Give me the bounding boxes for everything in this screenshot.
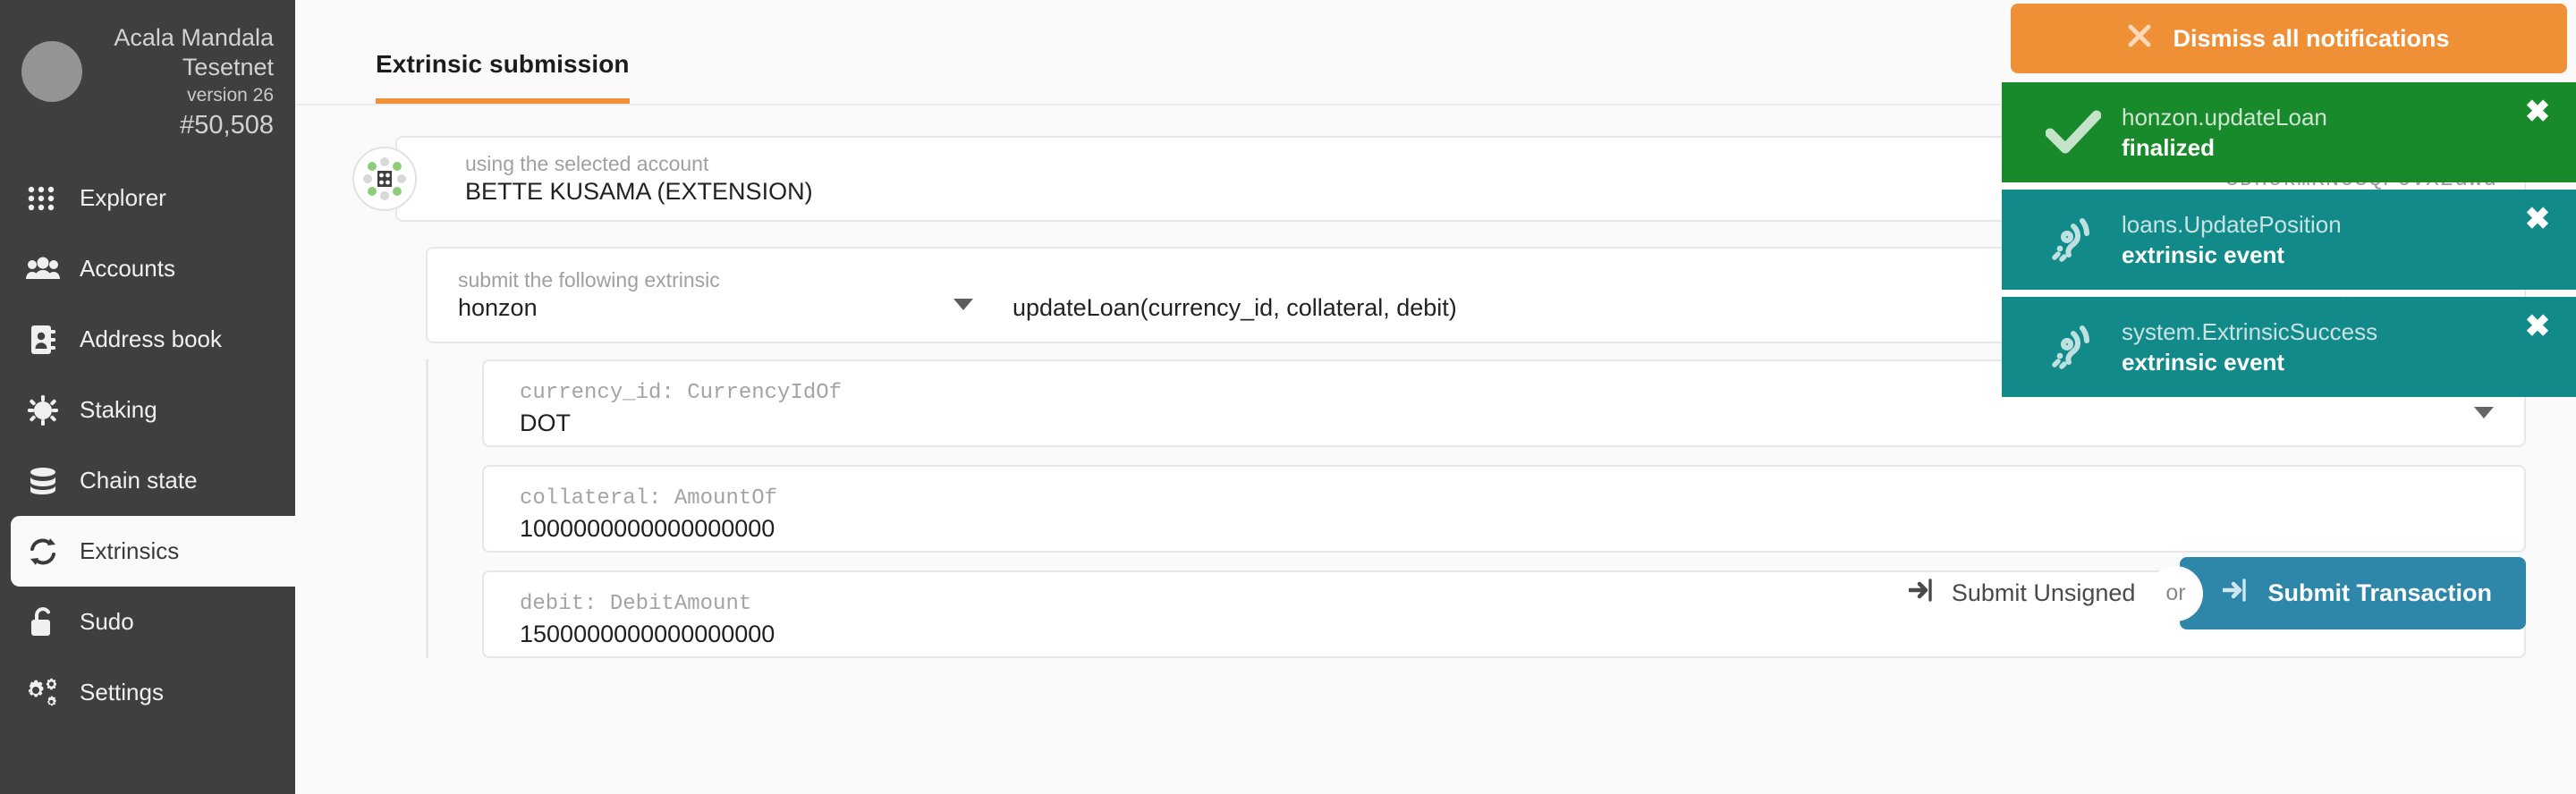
sidebar-item-explorer[interactable]: Explorer [0,163,295,233]
chevron-down-icon[interactable] [953,298,973,310]
chain-name: Acala Mandala Tesetnet [114,24,274,80]
sidebar-item-address-book[interactable]: Address book [0,304,295,375]
refresh-icon [23,536,63,567]
broadcast-icon [2032,215,2114,265]
polkadot-identicon [352,147,417,211]
param-value: DOT [520,410,571,436]
account-field-label: using the selected account [465,151,709,175]
app-root: Acala Mandala Tesetnet version 26 #50,50… [0,0,2576,794]
sidebar-item-label: Staking [80,396,157,423]
sidebar-item-extrinsics[interactable]: Extrinsics [11,516,295,587]
sidebar: Acala Mandala Tesetnet version 26 #50,50… [0,0,295,794]
close-icon [2128,24,2151,54]
close-icon[interactable]: ✖ [2508,204,2567,234]
notification-status: extrinsic event [2122,241,2285,268]
sidebar-item-label: Explorer [80,184,166,211]
submit-bar: Submit Unsigned or Submit Transaction [1889,557,2526,629]
avatar [21,41,82,102]
sidebar-item-settings[interactable]: Settings [0,657,295,728]
main-content: Extrinsic submission using the selected … [295,0,2576,794]
submit-unsigned-button[interactable]: Submit Unsigned [1889,564,2156,622]
section-value: honzon [458,293,538,321]
sun-burst-icon [23,394,63,426]
block-number: #50,508 [180,111,274,139]
submit-unsigned-label: Submit Unsigned [1951,579,2136,606]
database-icon [23,466,63,496]
sidebar-nav: Explorer Accounts Address book Staking C… [0,163,295,728]
tab-label: Extrinsic submission [376,50,630,78]
dismiss-all-notifications-button[interactable]: Dismiss all notifications [2011,4,2567,73]
broadcast-icon [2032,322,2114,372]
submit-transaction-button[interactable]: Submit Transaction [2180,557,2526,629]
sidebar-item-label: Extrinsics [80,537,180,564]
notification-item: loans.UpdatePosition extrinsic event ✖ [2002,190,2576,290]
extrinsic-field-label: submit the following extrinsic [458,267,720,291]
sidebar-item-label: Address book [80,325,222,352]
notification-item: system.ExtrinsicSuccess extrinsic event … [2002,297,2576,397]
brand-block: Acala Mandala Tesetnet version 26 #50,50… [0,0,295,161]
grid-dots-icon [23,183,63,214]
unlock-icon [23,606,63,638]
sidebar-item-sudo[interactable]: Sudo [0,587,295,657]
sign-in-icon [1907,579,1936,608]
address-book-icon [23,325,63,355]
or-separator: or [2148,565,2204,621]
sidebar-item-label: Settings [80,679,164,705]
param-label: collateral: AmountOf [520,486,778,511]
sidebar-item-label: Chain state [80,467,198,494]
chevron-down-icon[interactable] [2474,407,2494,418]
sidebar-item-staking[interactable]: Staking [0,375,295,445]
close-icon[interactable]: ✖ [2508,311,2567,342]
sidebar-item-label: Accounts [80,255,175,282]
notification-title: system.ExtrinsicSuccess [2122,318,2378,345]
notification-title: honzon.updateLoan [2122,104,2327,131]
sidebar-item-chain-state[interactable]: Chain state [0,445,295,516]
tab-extrinsic-submission[interactable]: Extrinsic submission [376,50,630,104]
users-icon [23,254,63,284]
param-value: 1000000000000000000 [520,515,775,542]
gears-icon [23,678,63,708]
chain-version: version 26 [187,85,274,106]
method-value: updateLoan(currency_id, collateral, debi… [1013,294,1457,321]
notification-title: loans.UpdatePosition [2122,211,2342,238]
sidebar-item-accounts[interactable]: Accounts [0,233,295,304]
sign-in-icon [2222,579,2250,608]
dismiss-all-label: Dismiss all notifications [2173,24,2450,52]
notification-status: finalized [2122,134,2216,161]
notification-item: honzon.updateLoan finalized ✖ [2002,82,2576,182]
sidebar-item-label: Sudo [80,608,134,635]
check-icon [2032,110,2114,155]
section-select[interactable]: submit the following extrinsic honzon [458,268,1013,323]
submit-transaction-label: Submit Transaction [2267,579,2492,606]
notification-status: extrinsic event [2122,349,2285,376]
close-icon[interactable]: ✖ [2508,97,2567,127]
param-collateral[interactable]: collateral: AmountOf 1000000000000000000 [482,465,2526,553]
account-field-value: BETTE KUSAMA (EXTENSION) [465,177,813,205]
notification-stack: Dismiss all notifications honzon.updateL… [2002,4,2576,404]
